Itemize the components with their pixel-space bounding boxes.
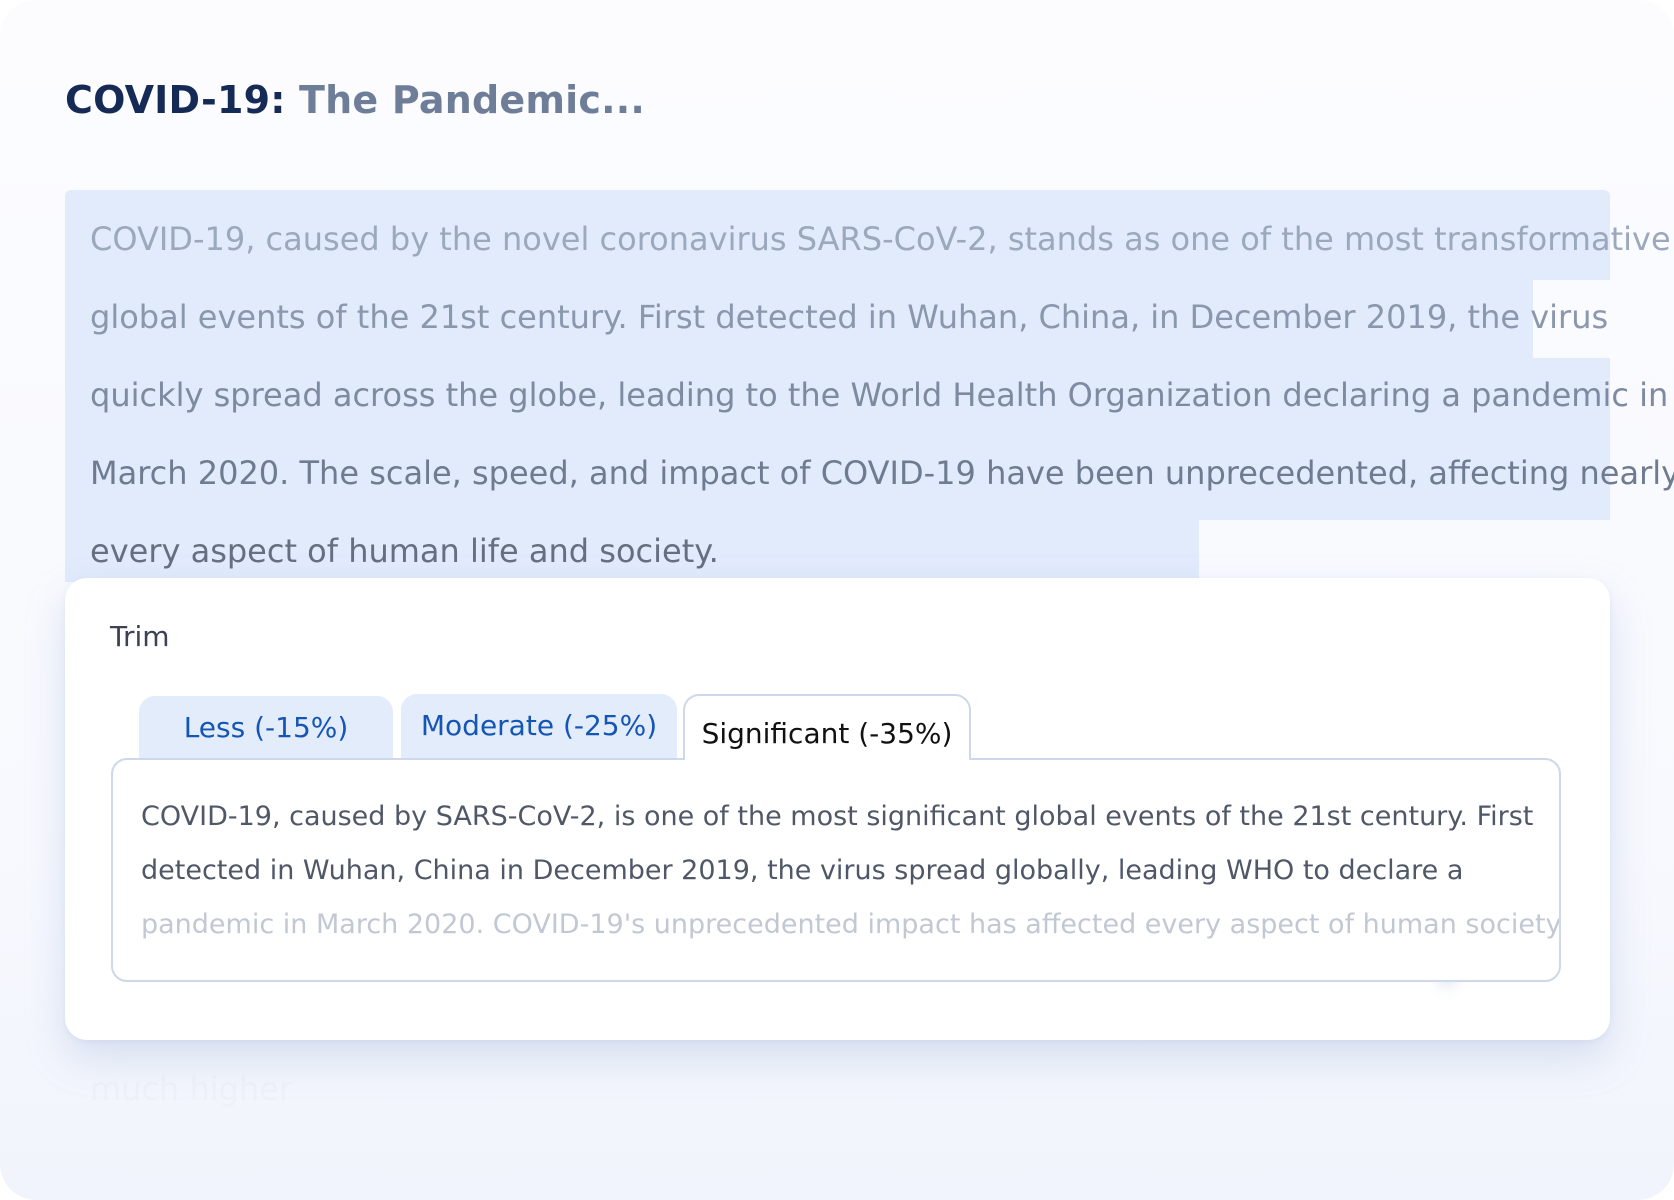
paragraph-line: COVID-19, caused by the novel coronaviru…: [90, 220, 1671, 258]
result-line: COVID-19, caused by SARS-CoV-2, is one o…: [141, 801, 1534, 832]
document-paragraph[interactable]: COVID-19, caused by the novel coronaviru…: [90, 200, 1674, 590]
trimmed-result-box[interactable]: COVID-19, caused by SARS-CoV-2, is one o…: [111, 758, 1561, 982]
page-title-rest: The Pandemic...: [285, 78, 645, 122]
trim-label: Trim: [110, 620, 170, 653]
result-line: detected in Wuhan, China in December 201…: [141, 855, 1464, 886]
paragraph-line: March 2020. The scale, speed, and impact…: [90, 454, 1674, 492]
tab-moderate[interactable]: Moderate (-25%): [401, 694, 677, 758]
editor-card: COVID-19: The Pandemic... COVID-19, caus…: [0, 0, 1674, 1200]
tab-significant[interactable]: Significant (-35%): [683, 694, 971, 760]
paragraph-line: quickly spread across the globe, leading…: [90, 376, 1669, 414]
trimmed-result-text: COVID-19, caused by SARS-CoV-2, is one o…: [141, 790, 1561, 952]
result-line: pandemic in March 2020. COVID-19's unpre…: [141, 909, 1561, 940]
trim-panel: Trim Less (-15%) Moderate (-25%) Signifi…: [65, 578, 1610, 1040]
page-title-strong: COVID-19:: [65, 78, 286, 122]
faded-trailing-text: much higher: [90, 1070, 293, 1108]
tab-less[interactable]: Less (-15%): [139, 696, 393, 760]
page-title: COVID-19: The Pandemic...: [65, 78, 645, 122]
paragraph-line: global events of the 21st century. First…: [90, 298, 1609, 336]
